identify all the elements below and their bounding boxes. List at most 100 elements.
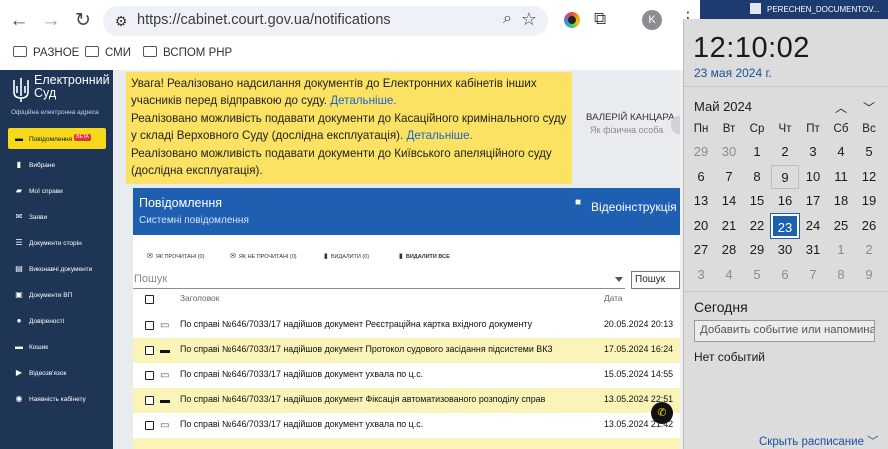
url-text[interactable]: https://cabinet.court.gov.ua/notificatio…: [137, 12, 391, 28]
next-month-icon[interactable]: ﹀: [863, 99, 875, 116]
row-checkbox[interactable]: [145, 421, 154, 430]
sidebar-item-cabinet-check[interactable]: ◉ Наявність кабінету: [8, 388, 106, 409]
full-date-link[interactable]: 23 мая 2024 г.: [694, 66, 772, 80]
calendar-day[interactable]: 4: [715, 263, 743, 287]
month-title[interactable]: Май 2024: [694, 99, 752, 114]
calendar-day[interactable]: 31: [799, 238, 827, 262]
calendar-day[interactable]: 8: [827, 263, 855, 287]
mark-read-button[interactable]: ✉ ЯК ПРОЧИТАНІ (0): [147, 252, 204, 260]
bookmark-star-icon[interactable]: ☆: [521, 9, 537, 30]
sidebar-item-my-cases[interactable]: ▰ Мої справи: [8, 180, 106, 201]
row-subject[interactable]: По справі №646/7033/17 надійшов документ…: [180, 344, 553, 354]
bookmark-folder[interactable]: РАЗНОЕ: [13, 46, 79, 59]
calendar-day[interactable]: 25: [827, 214, 855, 238]
select-all-checkbox[interactable]: [145, 295, 154, 304]
user-name[interactable]: ВАЛЕРІЙ КАНЦАРА: [586, 112, 675, 123]
calendar-day[interactable]: 4: [827, 140, 855, 164]
calendar-day[interactable]: 9: [771, 164, 799, 189]
sidebar-item-video-call[interactable]: ▶ Відеозв'язок: [8, 362, 106, 383]
table-row[interactable]: ▬ По справі №646/7033/17 надійшов докуме…: [133, 388, 680, 413]
column-header-date[interactable]: Дата: [604, 293, 623, 309]
calendar-day[interactable]: 5: [743, 263, 771, 287]
taskbar-window-button[interactable]: PERECHEN_DOCUMENTOV...: [700, 0, 888, 19]
calendar-day[interactable]: 2: [855, 238, 883, 262]
delete-all-button[interactable]: ▮ ВИДАЛИТИ ВСЕ: [399, 252, 450, 260]
calendar-day[interactable]: 17: [799, 189, 827, 213]
calendar-day[interactable]: 8: [743, 165, 771, 189]
row-checkbox[interactable]: [145, 346, 154, 355]
calendar-day[interactable]: 24: [799, 214, 827, 238]
calendar-day[interactable]: 30: [771, 238, 799, 262]
calendar-day[interactable]: 18: [827, 189, 855, 213]
table-row[interactable]: ▭ По справі №646/7033/17 надійшов докуме…: [133, 413, 680, 438]
sidebar-item-executive-documents[interactable]: ▤ Виконавчі документи: [8, 258, 106, 279]
phone-support-button[interactable]: ✆: [651, 402, 673, 424]
row-checkbox[interactable]: [145, 321, 154, 330]
calendar-day[interactable]: 26: [855, 214, 883, 238]
table-row[interactable]: ▭ По справі №646/7033/17 надійшов докуме…: [133, 313, 680, 338]
calendar-day-selected[interactable]: 23: [770, 212, 800, 239]
extension-color-icon[interactable]: [564, 12, 580, 28]
calendar-day[interactable]: 6: [771, 263, 799, 287]
sidebar-item-favorites[interactable]: ▮ Вибране: [8, 154, 106, 175]
video-instruction-link[interactable]: Відеоінструкція: [591, 200, 677, 214]
calendar-day[interactable]: 19: [855, 189, 883, 213]
row-subject[interactable]: По справі №646/7033/17 надійшов документ…: [180, 319, 532, 329]
calendar-day[interactable]: 16: [771, 189, 799, 213]
bookmark-folder[interactable]: СМИ: [85, 46, 131, 59]
delete-button[interactable]: ▮ ВИДАЛИТИ (0): [324, 252, 369, 260]
calendar-day[interactable]: 21: [715, 214, 743, 238]
row-subject[interactable]: По справі №646/7033/17 надійшов документ…: [180, 394, 545, 404]
sidebar-item-cart[interactable]: ▬ Кошик: [8, 336, 106, 357]
forward-arrow-icon[interactable]: →: [39, 9, 63, 33]
row-subject[interactable]: По справі №646/7033/17 надійшов документ…: [180, 419, 423, 429]
address-bar[interactable]: ⚙ https://cabinet.court.gov.ua/notificat…: [103, 6, 548, 36]
calendar-day[interactable]: 5: [855, 140, 883, 164]
calendar-day[interactable]: 12: [855, 165, 883, 189]
hide-schedule-link[interactable]: Скрыть расписание ﹀: [759, 433, 879, 449]
table-row-partial[interactable]: [133, 438, 680, 449]
calendar-day[interactable]: 30: [715, 140, 743, 164]
calendar-day[interactable]: 28: [715, 238, 743, 262]
calendar-day[interactable]: 10: [799, 165, 827, 189]
calendar-day[interactable]: 15: [743, 189, 771, 213]
site-info-icon[interactable]: ⚙: [110, 11, 132, 31]
row-subject[interactable]: По справі №646/7033/17 надійшов документ…: [180, 369, 423, 379]
back-arrow-icon[interactable]: ←: [7, 9, 31, 33]
calendar-day[interactable]: 1: [743, 140, 771, 164]
calendar-day[interactable]: 22: [743, 214, 771, 238]
sidebar-item-applications[interactable]: ✉ Заяви: [8, 206, 106, 227]
calendar-day[interactable]: 27: [687, 238, 715, 262]
search-input[interactable]: Пошук: [631, 271, 680, 289]
calendar-day[interactable]: 20: [687, 214, 715, 238]
mark-unread-button[interactable]: ✉ ЯК НЕ ПРОЧИТАНІ (0): [230, 252, 297, 260]
table-row[interactable]: ▭ По справі №646/7033/17 надійшов докуме…: [133, 363, 680, 388]
profile-avatar[interactable]: K: [642, 10, 662, 30]
table-row[interactable]: ▬ По справі №646/7033/17 надійшов докуме…: [133, 338, 680, 363]
sidebar-item-vp-documents[interactable]: ▣ Документи ВП: [8, 284, 106, 305]
site-logo[interactable]: Електронний Суд: [34, 74, 110, 100]
video-camera-icon[interactable]: ■: [575, 197, 581, 208]
sidebar-item-party-documents[interactable]: ☰ Документи сторін: [8, 232, 106, 253]
notice-more-link[interactable]: Детальніше.: [330, 94, 396, 107]
calendar-day[interactable]: 7: [715, 165, 743, 189]
reload-icon[interactable]: ↻: [71, 9, 95, 33]
column-header-subject[interactable]: Заголовок: [180, 293, 219, 309]
calendar-day[interactable]: 3: [799, 140, 827, 164]
filter-select[interactable]: Пошук: [133, 271, 625, 289]
calendar-day[interactable]: 29: [743, 238, 771, 262]
row-checkbox[interactable]: [145, 396, 154, 405]
notice-more-link[interactable]: Детальніше.: [406, 129, 472, 142]
add-event-input[interactable]: Добавить событие или напоминание: [694, 320, 875, 342]
calendar-day[interactable]: 6: [687, 165, 715, 189]
calendar-day[interactable]: 29: [687, 140, 715, 164]
row-checkbox[interactable]: [145, 371, 154, 380]
calendar-day[interactable]: 13: [687, 189, 715, 213]
calendar-day[interactable]: 11: [827, 165, 855, 189]
calendar-day[interactable]: 7: [799, 263, 827, 287]
bookmark-folder[interactable]: ВСПОМ РНР: [143, 46, 232, 59]
calendar-day[interactable]: 3: [687, 263, 715, 287]
calendar-day[interactable]: 14: [715, 189, 743, 213]
calendar-day[interactable]: 2: [771, 140, 799, 164]
extensions-puzzle-icon[interactable]: ⧉: [594, 9, 606, 29]
